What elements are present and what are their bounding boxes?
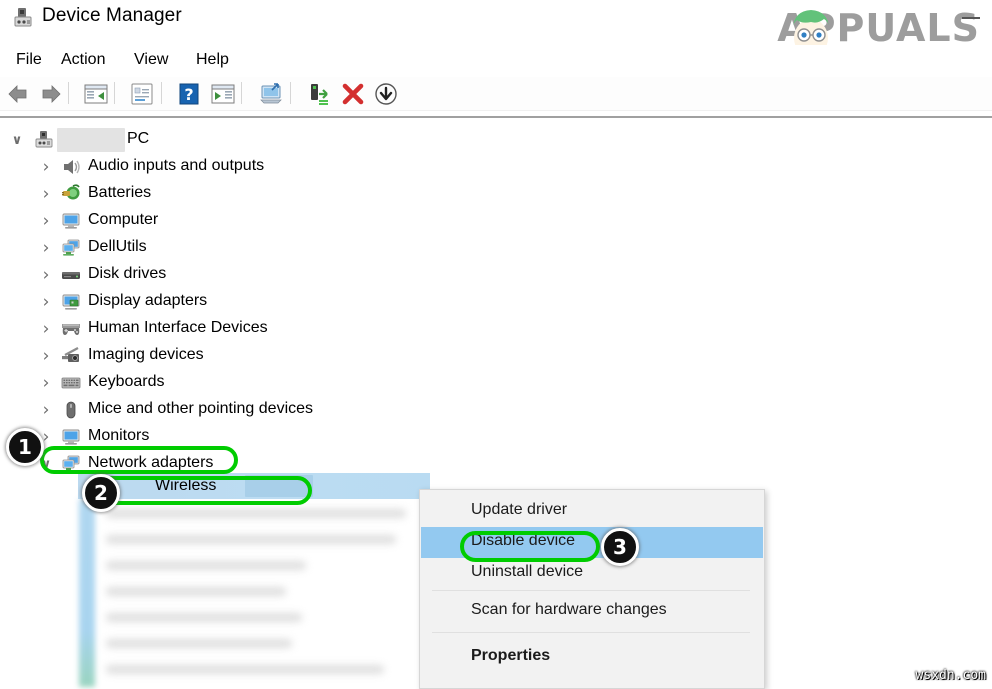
display-adapter-icon xyxy=(61,292,81,312)
context-menu-item-properties[interactable]: Properties xyxy=(421,642,763,673)
mouse-icon xyxy=(61,400,81,420)
svg-text:?: ? xyxy=(184,85,193,104)
title-bar: Device Manager APPUALS xyxy=(0,0,992,45)
context-menu-item-scan-hardware-changes[interactable]: Scan for hardware changes xyxy=(421,596,763,627)
forward-arrow-icon[interactable] xyxy=(38,81,64,107)
tree-row-display-adapters[interactable]: Display adapters xyxy=(0,289,430,316)
tree-item-label: Audio inputs and outputs xyxy=(88,157,264,175)
chevron-right-icon[interactable] xyxy=(38,240,54,256)
tree-item-label: Batteries xyxy=(88,184,151,202)
window-title: Device Manager xyxy=(42,5,182,27)
step-badge-3: 3 xyxy=(601,528,639,566)
watermark: wsxdn.com xyxy=(916,668,986,683)
multi-monitor-icon xyxy=(61,238,81,258)
context-menu-item-label: Scan for hardware changes xyxy=(471,601,667,619)
tree-row-dellutils[interactable]: DellUtils xyxy=(0,235,430,262)
tree-item-label: Keyboards xyxy=(88,373,165,391)
gamepad-icon xyxy=(61,319,81,339)
blurred-device-list xyxy=(78,499,430,687)
context-menu-item-uninstall-device[interactable]: Uninstall device xyxy=(421,558,763,589)
context-menu-separator xyxy=(432,632,750,633)
chevron-right-icon[interactable] xyxy=(38,186,54,202)
tree-root-label: PC xyxy=(127,130,149,148)
tree-row-computer[interactable]: Computer xyxy=(0,208,430,235)
help-icon[interactable]: ? xyxy=(176,81,202,107)
highlight-network-adapters xyxy=(40,446,238,474)
appuals-wordmark: APPUALS xyxy=(740,6,980,50)
disable-device-icon[interactable] xyxy=(373,81,399,107)
toolbar-separator xyxy=(68,82,69,104)
monitor-icon xyxy=(61,427,81,447)
minimize-button[interactable] xyxy=(962,17,980,19)
monitor-icon xyxy=(61,211,81,231)
toolbar-separator xyxy=(290,82,291,104)
show-hide-action-pane-icon[interactable] xyxy=(210,81,236,107)
chevron-right-icon[interactable] xyxy=(38,267,54,283)
context-menu-item-label: Properties xyxy=(471,647,550,665)
chevron-right-icon[interactable] xyxy=(38,294,54,310)
disk-drive-icon xyxy=(61,265,81,285)
computer-root-icon xyxy=(34,130,54,150)
tree-row-audio[interactable]: Audio inputs and outputs xyxy=(0,154,430,181)
device-manager-icon xyxy=(13,7,35,29)
speaker-icon xyxy=(61,157,81,177)
properties-icon[interactable] xyxy=(129,81,155,107)
toolbar-separator xyxy=(161,82,162,104)
highlight-disable-device xyxy=(460,531,600,562)
camera-icon xyxy=(61,346,81,366)
menu-help[interactable]: Help xyxy=(190,49,235,71)
toolbar-separator xyxy=(241,82,242,104)
tree-item-label: Imaging devices xyxy=(88,346,204,364)
back-arrow-icon[interactable] xyxy=(5,81,31,107)
tree-item-label: Display adapters xyxy=(88,292,207,310)
tree-item-label: Disk drives xyxy=(88,265,166,283)
tree-item-label: Human Interface Devices xyxy=(88,319,268,337)
chevron-right-icon[interactable] xyxy=(38,321,54,337)
tree-row-root[interactable]: PC xyxy=(0,127,430,154)
tree-item-label: Monitors xyxy=(88,427,149,445)
context-menu: Update driver Disable device Uninstall d… xyxy=(419,489,765,689)
tree-row-mice[interactable]: Mice and other pointing devices xyxy=(0,397,430,424)
chevron-down-icon[interactable] xyxy=(9,133,25,149)
step-badge-1: 1 xyxy=(6,428,44,466)
redacted-hostname xyxy=(57,128,125,152)
tree-row-hid[interactable]: Human Interface Devices xyxy=(0,316,430,343)
tree-row-keyboards[interactable]: Keyboards xyxy=(0,370,430,397)
show-hide-console-tree-icon[interactable] xyxy=(83,81,109,107)
uninstall-device-icon[interactable] xyxy=(340,81,366,107)
menu-view[interactable]: View xyxy=(128,49,174,71)
battery-icon xyxy=(61,184,81,204)
chevron-right-icon[interactable] xyxy=(38,402,54,418)
chevron-right-icon[interactable] xyxy=(38,375,54,391)
context-menu-item-update-driver[interactable]: Update driver xyxy=(421,496,763,527)
menu-file[interactable]: File xyxy=(10,49,48,71)
step-badge-2: 2 xyxy=(82,474,120,512)
tree-item-label: DellUtils xyxy=(88,238,147,256)
scan-hardware-changes-icon[interactable] xyxy=(258,81,284,107)
tree-row-imaging[interactable]: Imaging devices xyxy=(0,343,430,370)
menu-action[interactable]: Action xyxy=(55,49,111,71)
tree-item-label: Mice and other pointing devices xyxy=(88,400,313,418)
chevron-right-icon[interactable] xyxy=(38,348,54,364)
context-menu-separator xyxy=(432,590,750,591)
toolbar-separator xyxy=(114,82,115,104)
keyboard-icon xyxy=(61,373,81,393)
chevron-right-icon[interactable] xyxy=(38,159,54,175)
menu-bar: File Action View Help xyxy=(0,45,992,77)
context-menu-item-label: Uninstall device xyxy=(471,563,583,581)
update-driver-icon[interactable] xyxy=(305,81,331,107)
toolbar: ? xyxy=(0,77,992,111)
tree-row-batteries[interactable]: Batteries xyxy=(0,181,430,208)
chevron-right-icon[interactable] xyxy=(38,213,54,229)
tree-item-label: Computer xyxy=(88,211,158,229)
context-menu-item-label: Update driver xyxy=(471,501,567,519)
tree-row-disk-drives[interactable]: Disk drives xyxy=(0,262,430,289)
